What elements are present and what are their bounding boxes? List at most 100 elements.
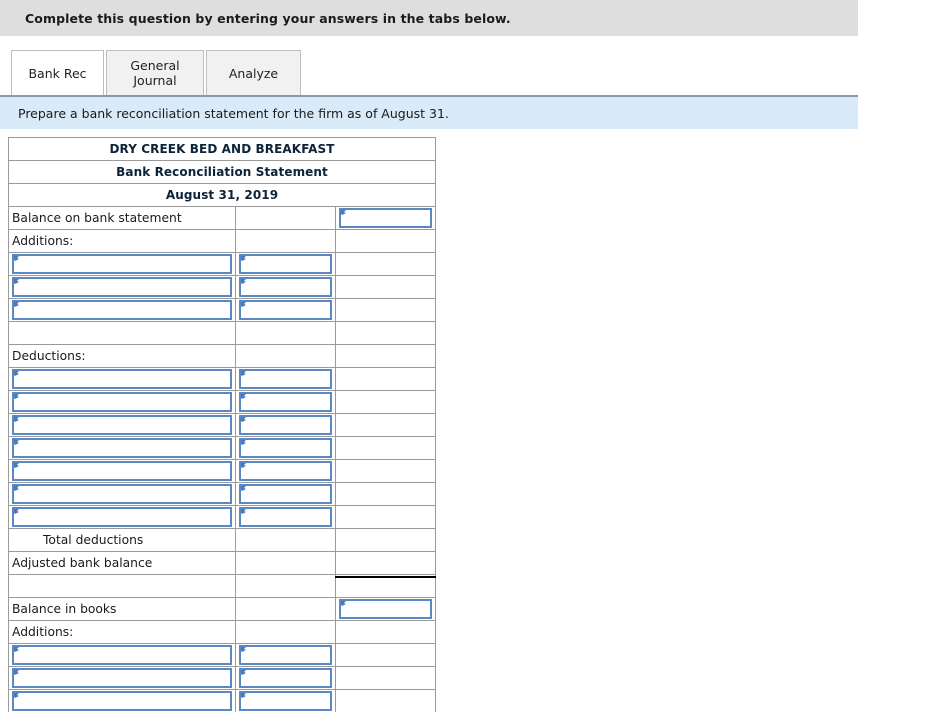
tab-analyze[interactable]: Analyze [206, 50, 301, 95]
amount-cell-col3 [336, 552, 436, 575]
amount-input-col2-9[interactable] [239, 415, 332, 435]
description-input-12[interactable] [12, 484, 232, 504]
description-input-9[interactable] [12, 415, 232, 435]
row-label: Deductions: [9, 345, 236, 368]
worksheet-row: Deductions: [9, 345, 436, 368]
tab-bank-rec[interactable]: Bank Rec [11, 50, 104, 95]
description-input-cell[interactable] [9, 690, 236, 712]
amount-input-col3-0[interactable] [339, 208, 432, 228]
amount-cell-col3 [336, 621, 436, 644]
worksheet-row: Balance on bank statement [9, 207, 436, 230]
amount-input-col2-8[interactable] [239, 392, 332, 412]
amount-input-col2-10[interactable] [239, 438, 332, 458]
requirement-bar: Prepare a bank reconciliation statement … [0, 95, 858, 129]
amount-input-cell-col2[interactable] [236, 391, 336, 414]
worksheet-title-3: August 31, 2019 [9, 184, 436, 207]
description-input-8[interactable] [12, 392, 232, 412]
amount-input-cell-col2[interactable] [236, 276, 336, 299]
blank-cell [9, 575, 236, 598]
amount-cell-col3 [336, 276, 436, 299]
description-input-7[interactable] [12, 369, 232, 389]
description-input-cell[interactable] [9, 414, 236, 437]
amount-input-col2-19[interactable] [239, 645, 332, 665]
amount-input-cell-col2[interactable] [236, 414, 336, 437]
description-input-cell[interactable] [9, 391, 236, 414]
amount-input-cell-col2[interactable] [236, 368, 336, 391]
worksheet-row [9, 437, 436, 460]
tab-bank-rec-label: Bank Rec [28, 66, 86, 81]
requirement-text: Prepare a bank reconciliation statement … [18, 106, 449, 121]
description-input-cell[interactable] [9, 253, 236, 276]
amount-input-cell-col2[interactable] [236, 690, 336, 712]
amount-cell-col3 [336, 483, 436, 506]
amount-input-cell-col2[interactable] [236, 299, 336, 322]
description-input-cell[interactable] [9, 667, 236, 690]
tab-general-journal[interactable]: General Journal [106, 50, 204, 95]
amount-cell-col3 [336, 345, 436, 368]
bank-reconciliation-worksheet: DRY CREEK BED AND BREAKFASTBank Reconcil… [8, 137, 436, 712]
amount-input-cell-col3[interactable] [336, 207, 436, 230]
amount-cell-col3 [336, 299, 436, 322]
amount-input-col2-7[interactable] [239, 369, 332, 389]
amount-input-col2-12[interactable] [239, 484, 332, 504]
description-input-3[interactable] [12, 277, 232, 297]
amount-cell-col3 [336, 529, 436, 552]
amount-input-col2-4[interactable] [239, 300, 332, 320]
amount-input-col2-3[interactable] [239, 277, 332, 297]
amount-cell-col2 [236, 345, 336, 368]
description-input-20[interactable] [12, 668, 232, 688]
row-label: Total deductions [9, 529, 236, 552]
amount-cell-col3 [336, 460, 436, 483]
description-input-cell[interactable] [9, 644, 236, 667]
amount-cell-col2 [236, 207, 336, 230]
amount-input-cell-col2[interactable] [236, 437, 336, 460]
amount-cell-col3 [336, 368, 436, 391]
description-input-13[interactable] [12, 507, 232, 527]
amount-input-col2-13[interactable] [239, 507, 332, 527]
worksheet-row [9, 644, 436, 667]
description-input-cell[interactable] [9, 483, 236, 506]
description-input-cell[interactable] [9, 299, 236, 322]
blank-cell [9, 322, 236, 345]
worksheet-row [9, 253, 436, 276]
amount-cell-col2 [236, 575, 336, 598]
amount-input-col2-21[interactable] [239, 691, 332, 711]
amount-cell-col3 [336, 667, 436, 690]
amount-cell-col3 [336, 253, 436, 276]
amount-input-cell-col3[interactable] [336, 598, 436, 621]
description-input-cell[interactable] [9, 368, 236, 391]
tab-bar: Bank Rec General Journal Analyze [0, 36, 858, 95]
worksheet-title-1: DRY CREEK BED AND BREAKFAST [9, 138, 436, 161]
description-input-19[interactable] [12, 645, 232, 665]
worksheet-row: Additions: [9, 621, 436, 644]
worksheet-row: Total deductions [9, 529, 436, 552]
amount-input-col2-20[interactable] [239, 668, 332, 688]
worksheet-row [9, 322, 436, 345]
amount-input-col3-17[interactable] [339, 599, 432, 619]
amount-input-cell-col2[interactable] [236, 506, 336, 529]
description-input-cell[interactable] [9, 437, 236, 460]
amount-input-col2-11[interactable] [239, 461, 332, 481]
amount-input-cell-col2[interactable] [236, 483, 336, 506]
description-input-cell[interactable] [9, 276, 236, 299]
description-input-4[interactable] [12, 300, 232, 320]
worksheet-row [9, 414, 436, 437]
worksheet-row: Adjusted bank balance [9, 552, 436, 575]
amount-input-cell-col2[interactable] [236, 644, 336, 667]
worksheet-row [9, 368, 436, 391]
description-input-2[interactable] [12, 254, 232, 274]
amount-cell-col3 [336, 414, 436, 437]
description-input-cell[interactable] [9, 506, 236, 529]
description-input-21[interactable] [12, 691, 232, 711]
question-instruction-text: Complete this question by entering your … [25, 11, 511, 26]
description-input-11[interactable] [12, 461, 232, 481]
amount-input-cell-col2[interactable] [236, 667, 336, 690]
description-input-10[interactable] [12, 438, 232, 458]
amount-input-col2-2[interactable] [239, 254, 332, 274]
amount-cell-col3 [336, 322, 436, 345]
description-input-cell[interactable] [9, 460, 236, 483]
amount-input-cell-col2[interactable] [236, 460, 336, 483]
tab-general-journal-label: General Journal [117, 58, 193, 88]
amount-cell-col2 [236, 621, 336, 644]
amount-input-cell-col2[interactable] [236, 253, 336, 276]
